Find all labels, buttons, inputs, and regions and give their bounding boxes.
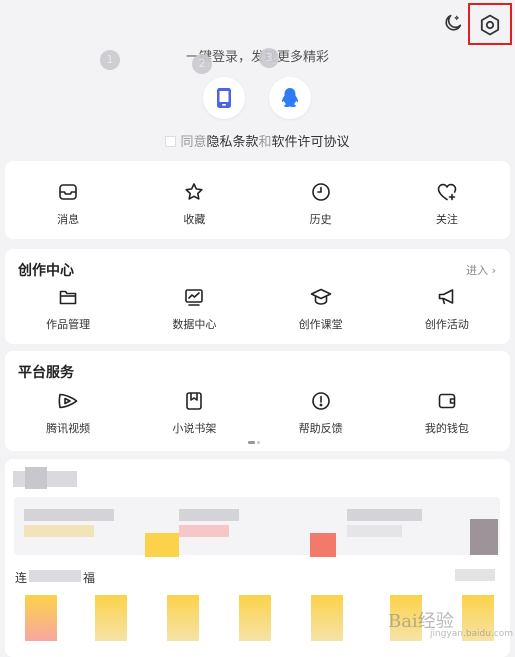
step-marker-1: 1 xyxy=(100,50,120,70)
quick-actions-card: 消息 收藏 历史 关注 xyxy=(5,161,510,239)
creation-item-label: 创作活动 xyxy=(424,318,469,331)
settings-button[interactable] xyxy=(468,3,512,45)
login-prompt: 一键登录，发现更多精彩 xyxy=(185,50,329,65)
checkin-day-2[interactable] xyxy=(95,595,127,641)
creation-item-label: 创作课堂 xyxy=(298,318,343,331)
agreement-row: 同意隐私条款和软件许可协议 xyxy=(0,131,515,150)
top-bar xyxy=(0,0,515,50)
blurred-avatar xyxy=(470,519,498,555)
moon-icon[interactable] xyxy=(442,12,466,36)
creation-item-label: 数据中心 xyxy=(172,318,217,331)
checkin-label-start: 连 xyxy=(15,571,28,585)
creation-item-activity[interactable]: 创作活动 xyxy=(384,287,510,332)
service-item-wallet[interactable]: 我的钱包 xyxy=(384,391,510,436)
watermark-url: jingyan.baidu.com xyxy=(430,629,514,639)
service-item-help[interactable]: 帮助反馈 xyxy=(258,391,384,436)
blurred-coin xyxy=(145,533,179,557)
blurred-inner-card xyxy=(14,497,500,555)
service-item-label: 腾讯视频 xyxy=(46,422,91,435)
quick-action-label: 关注 xyxy=(435,213,458,226)
enter-label: 进入 xyxy=(466,264,489,277)
megaphone-icon xyxy=(438,289,454,305)
folder-icon xyxy=(59,290,77,305)
qq-login-button[interactable] xyxy=(269,77,311,119)
creation-item-works[interactable]: 作品管理 xyxy=(5,287,131,332)
checkin-day-1[interactable] xyxy=(25,595,57,641)
platform-services-card: 平台服务 腾讯视频 小说书架 帮助反馈 我的钱包 xyxy=(5,351,510,451)
creation-item-label: 作品管理 xyxy=(46,318,91,331)
service-item-label: 帮助反馈 xyxy=(298,422,343,435)
blurred-text xyxy=(24,525,94,537)
blurred-text xyxy=(455,569,495,581)
clock-icon xyxy=(311,183,330,201)
chevron-right-icon: › xyxy=(491,264,496,277)
quick-action-favorites[interactable]: 收藏 xyxy=(131,182,257,227)
blurred-text xyxy=(347,509,422,521)
blurred-title-block xyxy=(25,467,47,489)
creation-center-card: 创作中心 进入 › 作品管理 数据中心 创作课堂 创作活动 xyxy=(5,249,510,344)
service-item-novel-shelf[interactable]: 小说书架 xyxy=(131,391,257,436)
settings-hexagon-icon xyxy=(480,14,500,36)
creation-center-enter-link[interactable]: 进入 › xyxy=(466,262,496,278)
blurred-text xyxy=(347,525,402,537)
agree-prefix: 同意 xyxy=(180,135,207,150)
page-indicator-inactive xyxy=(257,441,260,444)
agree-checkbox[interactable] xyxy=(165,136,177,147)
checkin-day-3[interactable] xyxy=(167,595,199,641)
chart-icon xyxy=(185,289,204,306)
star-icon xyxy=(185,183,203,200)
blurred-text xyxy=(179,509,239,521)
creation-center-title: 创作中心 xyxy=(18,263,74,279)
creation-item-class[interactable]: 创作课堂 xyxy=(258,287,384,332)
privacy-link[interactable]: 隐私条款 xyxy=(206,135,258,150)
service-item-tencent-video[interactable]: 腾讯视频 xyxy=(5,391,131,436)
quick-action-follow[interactable]: 关注 xyxy=(384,182,510,227)
help-icon xyxy=(311,392,330,410)
service-item-label: 我的钱包 xyxy=(424,422,469,435)
blurred-text xyxy=(29,570,81,582)
blurred-text xyxy=(179,525,229,537)
heart-plus-icon xyxy=(437,183,457,201)
qq-icon xyxy=(282,88,298,108)
step-marker-2: 2 xyxy=(192,54,212,74)
tencent-video-icon xyxy=(58,393,78,409)
phone-login-button[interactable] xyxy=(203,77,245,119)
blurred-red-packet xyxy=(310,533,336,557)
services-page-indicator xyxy=(248,441,260,444)
phone-icon xyxy=(217,88,231,108)
and-text: 和 xyxy=(258,135,272,150)
quick-action-label: 消息 xyxy=(57,213,80,226)
quick-action-label: 历史 xyxy=(309,213,332,226)
creation-item-data[interactable]: 数据中心 xyxy=(131,287,257,332)
quick-action-label: 收藏 xyxy=(183,213,206,226)
checkin-day-5[interactable] xyxy=(311,595,343,641)
checkin-label-end: 福 xyxy=(83,571,96,585)
graduation-cap-icon xyxy=(310,288,331,305)
quick-action-history[interactable]: 历史 xyxy=(258,182,384,227)
service-item-label: 小说书架 xyxy=(172,422,217,435)
checkin-day-4[interactable] xyxy=(239,595,271,641)
wallet-icon xyxy=(438,393,456,409)
platform-services-title: 平台服务 xyxy=(18,365,74,381)
bookmark-icon xyxy=(186,392,203,410)
license-link[interactable]: 软件许可协议 xyxy=(272,135,350,150)
page-indicator-active xyxy=(248,441,255,444)
quick-action-messages[interactable]: 消息 xyxy=(5,182,131,227)
blurred-text xyxy=(24,509,114,521)
step-marker-3: 3 xyxy=(259,48,279,68)
message-box-icon xyxy=(59,184,77,200)
